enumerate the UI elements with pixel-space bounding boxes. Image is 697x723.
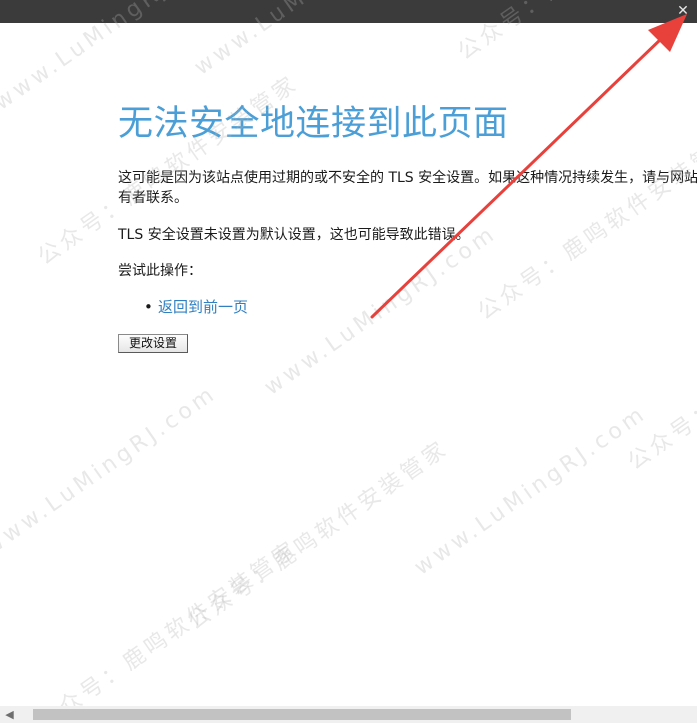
watermark-text: 公众号：鹿鸣软件安装管家 [33,535,304,723]
action-list: • 返回到前一页 [144,296,248,318]
change-settings-button[interactable]: 更改设置 [118,334,188,353]
horizontal-scrollbar[interactable]: ◀ [0,706,697,723]
bullet-icon: • [144,298,153,316]
watermark-text: 公众号：鹿鸣软件安装管家 [183,435,454,636]
page-title: 无法安全地连接到此页面 [118,104,509,144]
tls-setting-note: TLS 安全设置未设置为默认设置，这也可能导致此错误。 [118,227,470,243]
window-titlebar: ✕ [0,0,697,23]
watermark-text: 公众号：鹿鸣软件安装管家 [623,275,697,476]
list-item: • 返回到前一页 [144,296,248,318]
error-content: 无法安全地连接到此页面 这可能是因为该站点使用过期的或不安全的 TLS 安全设置… [118,100,697,353]
scrollbar-thumb[interactable] [33,709,571,720]
try-label: 尝试此操作： [118,263,202,279]
go-back-link[interactable]: 返回到前一页 [158,298,248,316]
close-icon[interactable]: ✕ [669,0,697,23]
chevron-left-icon[interactable]: ◀ [2,706,17,723]
watermark-text: 公众号：鹿鸣软件安装管家 [473,125,697,326]
watermark-text: www.LuMingRJ.com [0,380,222,561]
watermark-text: www.LuMingRJ.com [260,220,502,401]
error-description: 这可能是因为该站点使用过期的或不安全的 TLS 安全设置。如果这种情况持续发生，… [118,170,697,206]
watermark-text: www.LuMingRJ.com [410,400,652,581]
